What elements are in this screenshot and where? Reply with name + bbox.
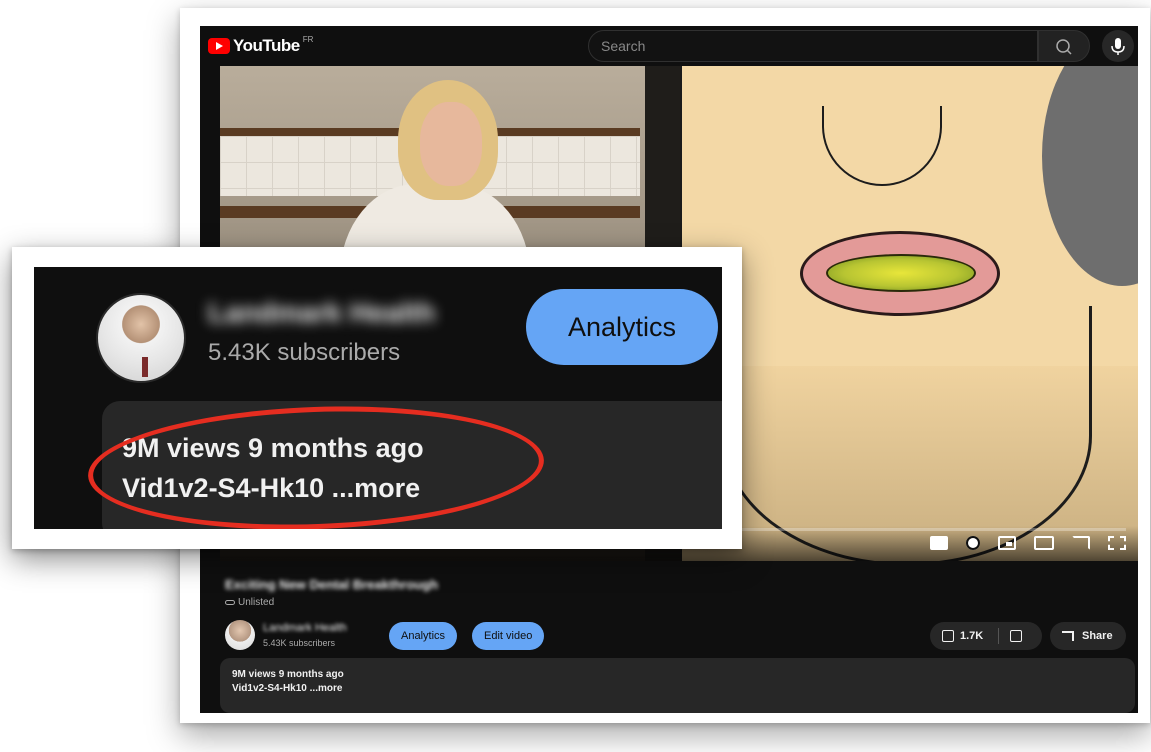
visibility-label: Unlisted (238, 597, 275, 608)
thumbs-up-icon[interactable] (942, 630, 954, 642)
channel-name[interactable]: Landmark Health (263, 622, 347, 634)
settings-gear-icon[interactable] (966, 536, 980, 550)
share-arrow-icon (1062, 631, 1074, 641)
description-snippet: Vid1v2-S4-Hk10 ...more (232, 683, 343, 694)
video-title: Exciting New Dental Breakthrough (225, 577, 439, 592)
thumbs-down-icon[interactable] (1010, 630, 1022, 642)
avatar-tie (142, 357, 148, 377)
channel-row: Landmark Health 5.43K subscribers Analyt… (225, 618, 1131, 654)
like-dislike-group: 1.7K (930, 622, 1042, 650)
voice-search-button[interactable] (1102, 30, 1134, 62)
stage: YouTube FR Search Exciting New Dental Br… (0, 0, 1151, 752)
subtitles-icon[interactable] (930, 536, 948, 550)
channel-name-zoomed: Landmark Health (208, 297, 436, 328)
cartoon-teeth (826, 254, 976, 292)
channel-avatar[interactable] (225, 620, 255, 650)
cartoon-jaw (722, 306, 1092, 561)
miniplayer-icon[interactable] (998, 536, 1016, 550)
video-frame-right (682, 66, 1138, 561)
search-button[interactable] (1038, 30, 1090, 62)
channel-avatar-zoomed (96, 293, 186, 383)
theater-mode-icon[interactable] (1034, 536, 1054, 550)
search-icon (1056, 39, 1072, 55)
subscriber-count-zoomed: 5.43K subscribers (208, 339, 401, 366)
woman-face (420, 102, 482, 186)
description-box[interactable]: 9M views 9 months ago Vid1v2-S4-Hk10 ...… (220, 658, 1135, 713)
zoom-callout-card: Landmark Health 5.43K subscribers Analyt… (12, 247, 742, 549)
analytics-button[interactable]: Analytics (389, 622, 458, 650)
cartoon-hair (1042, 66, 1138, 286)
top-bar: YouTube FR Search (200, 26, 1138, 66)
control-icons (930, 536, 1126, 550)
views-and-age: 9M views 9 months ago (232, 669, 344, 680)
visibility-badge: Unlisted (225, 597, 274, 608)
search-input[interactable]: Search (588, 30, 1038, 62)
microphone-icon (1111, 38, 1125, 55)
logo-text: YouTube (233, 36, 300, 55)
analytics-button-zoomed: Analytics (526, 289, 718, 365)
subscriber-count: 5.43K subscribers (263, 638, 336, 648)
share-button[interactable]: Share (1050, 622, 1126, 650)
zoom-content: Landmark Health 5.43K subscribers Analyt… (34, 267, 722, 529)
cartoon-nose (822, 106, 942, 186)
cast-icon[interactable] (1072, 536, 1090, 550)
like-divider (998, 628, 999, 644)
country-code: FR (302, 34, 314, 44)
youtube-play-icon (208, 38, 230, 54)
edit-video-button[interactable]: Edit video (472, 622, 545, 650)
fullscreen-icon[interactable] (1108, 536, 1126, 550)
link-icon (225, 600, 235, 605)
like-count[interactable]: 1.7K (960, 630, 983, 642)
share-label: Share (1082, 630, 1113, 642)
youtube-logo[interactable]: YouTube FR (208, 34, 314, 56)
